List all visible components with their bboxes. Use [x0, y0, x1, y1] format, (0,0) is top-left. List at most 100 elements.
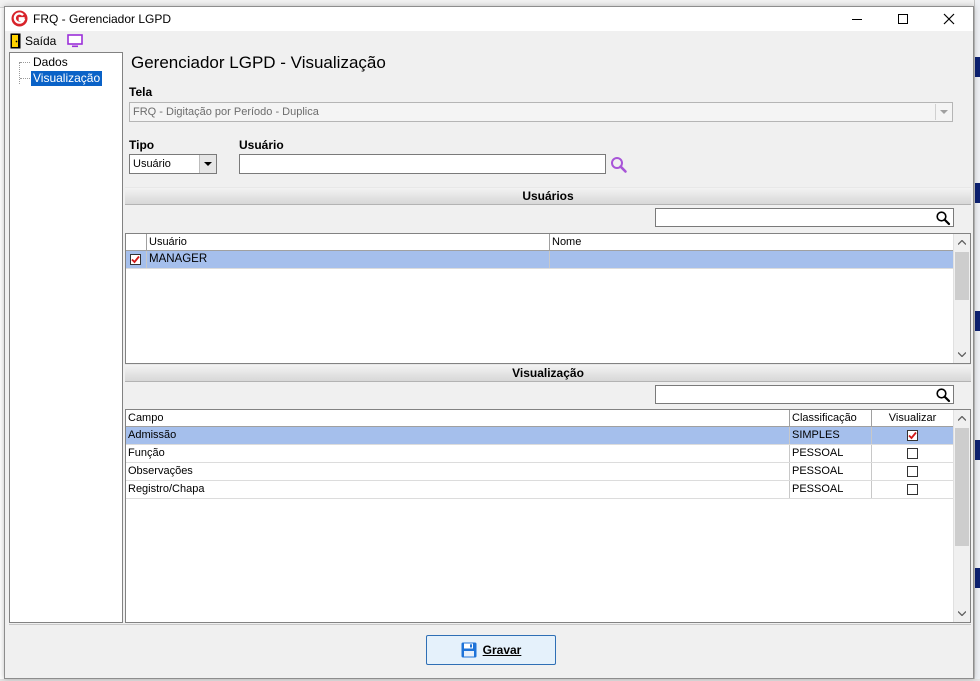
checkmark-icon: [908, 431, 917, 440]
visual-grid-scrollbar[interactable]: [953, 410, 970, 622]
checkmark-icon: [131, 255, 140, 264]
tipo-value: Usuário: [133, 158, 171, 170]
chevron-down-icon: [958, 611, 966, 616]
users-search-input[interactable]: [655, 208, 954, 227]
users-grid-scrollbar[interactable]: [953, 234, 970, 363]
search-icon[interactable]: [935, 210, 951, 226]
maximize-icon: [898, 14, 908, 24]
visual-cell-campo: Registro/Chapa: [126, 481, 790, 498]
exit-label: Saída: [25, 34, 57, 48]
visual-cell-campo: Função: [126, 445, 790, 462]
users-section-header: Usuários: [125, 187, 971, 205]
tela-value: FRQ - Digitação por Período - Duplica: [133, 106, 319, 118]
tree-item-visualizacao[interactable]: Visualização: [31, 71, 103, 86]
table-row[interactable]: Observações PESSOAL: [126, 463, 954, 481]
visual-grid: Campo Classificação Visualizar Admissão …: [125, 409, 971, 623]
chevron-down-icon: [204, 161, 212, 166]
save-label: Gravar: [482, 643, 522, 657]
maximize-button[interactable]: [880, 7, 926, 31]
minimize-icon: [852, 18, 862, 20]
window-title: FRQ - Gerenciador LGPD: [33, 12, 172, 26]
scroll-thumb[interactable]: [955, 252, 969, 300]
users-cell-usuario: MANAGER: [147, 251, 550, 268]
tipo-select[interactable]: Usuário: [129, 154, 217, 174]
users-column-nome[interactable]: Nome: [550, 234, 954, 251]
visual-section-header: Visualização: [125, 364, 971, 382]
scroll-up-button[interactable]: [954, 410, 970, 427]
save-button[interactable]: Gravar: [426, 635, 556, 665]
visualizar-checkbox[interactable]: [907, 466, 918, 477]
tree-item-dados[interactable]: Dados: [31, 55, 70, 70]
background-tab: [975, 57, 980, 77]
scroll-up-button[interactable]: [954, 234, 970, 251]
scroll-thumb[interactable]: [955, 428, 969, 546]
footer-separator: [9, 624, 971, 625]
users-grid-header: Usuário Nome: [126, 234, 954, 251]
lgpd-manager-window: FRQ - Gerenciador LGPD Saída Dados Visua…: [4, 6, 974, 679]
tela-dropdown-button[interactable]: [935, 104, 951, 120]
visualizar-checkbox[interactable]: [907, 430, 918, 441]
monitor-button[interactable]: [67, 32, 83, 50]
tela-label: Tela: [129, 85, 153, 99]
visual-cell-visualizar[interactable]: [872, 463, 954, 480]
close-button[interactable]: [926, 7, 972, 31]
chevron-down-icon: [958, 352, 966, 357]
tipo-dropdown-button[interactable]: [199, 155, 216, 173]
table-row[interactable]: Admissão SIMPLES: [126, 427, 954, 445]
page-title: Gerenciador LGPD - Visualização: [131, 53, 386, 72]
tipo-label: Tipo: [129, 138, 155, 152]
visual-grid-header: Campo Classificação Visualizar: [126, 410, 954, 427]
background-tab: [975, 183, 980, 203]
visual-cell-classificacao: PESSOAL: [790, 445, 872, 462]
users-cell-nome: [550, 251, 954, 268]
title-bar[interactable]: FRQ - Gerenciador LGPD: [5, 7, 973, 31]
usuario-label: Usuário: [239, 138, 284, 152]
visual-cell-campo: Observações: [126, 463, 790, 480]
visual-cell-classificacao: PESSOAL: [790, 481, 872, 498]
table-row[interactable]: MANAGER: [126, 251, 954, 269]
navigation-tree: Dados Visualização: [9, 52, 123, 623]
usuario-input[interactable]: [239, 154, 606, 174]
visual-cell-classificacao: SIMPLES: [790, 427, 872, 444]
background-tab: [975, 568, 980, 588]
tree-connector: [20, 78, 30, 79]
visualizar-checkbox[interactable]: [907, 448, 918, 459]
visual-column-campo[interactable]: Campo: [126, 410, 790, 427]
search-icon[interactable]: [609, 155, 629, 175]
visual-search-input[interactable]: [655, 385, 954, 404]
tree-connector: [19, 62, 20, 84]
visual-column-visualizar[interactable]: Visualizar: [872, 410, 954, 427]
background-tab: [975, 440, 980, 460]
visual-column-classificacao[interactable]: Classificação: [790, 410, 872, 427]
door-exit-icon: [10, 33, 21, 49]
users-column-usuario[interactable]: Usuário: [147, 234, 550, 251]
chevron-up-icon: [958, 416, 966, 421]
checkbox[interactable]: [130, 254, 141, 265]
chevron-down-icon: [939, 109, 948, 114]
visualizar-checkbox[interactable]: [907, 484, 918, 495]
search-icon[interactable]: [935, 387, 951, 403]
tree-connector: [20, 62, 30, 63]
toolbar: Saída: [5, 31, 973, 51]
table-row[interactable]: Função PESSOAL: [126, 445, 954, 463]
users-check-cell[interactable]: [126, 251, 147, 268]
users-check-column-header: [126, 234, 147, 251]
app-logo-icon: [11, 10, 28, 27]
scroll-down-button[interactable]: [954, 346, 970, 363]
background-tab: [975, 311, 980, 331]
users-grid: Usuário Nome MANAGER: [125, 233, 971, 364]
visual-cell-visualizar[interactable]: [872, 427, 954, 444]
scroll-down-button[interactable]: [954, 605, 970, 622]
minimize-button[interactable]: [834, 7, 880, 31]
visual-cell-campo: Admissão: [126, 427, 790, 444]
visual-cell-visualizar[interactable]: [872, 445, 954, 462]
exit-button[interactable]: Saída: [10, 32, 56, 50]
visual-cell-classificacao: PESSOAL: [790, 463, 872, 480]
table-row[interactable]: Registro/Chapa PESSOAL: [126, 481, 954, 499]
floppy-disk-icon: [461, 642, 477, 658]
chevron-up-icon: [958, 240, 966, 245]
close-icon: [943, 13, 955, 25]
visual-cell-visualizar[interactable]: [872, 481, 954, 498]
tela-select[interactable]: FRQ - Digitação por Período - Duplica: [129, 102, 953, 122]
monitor-icon: [67, 34, 83, 48]
